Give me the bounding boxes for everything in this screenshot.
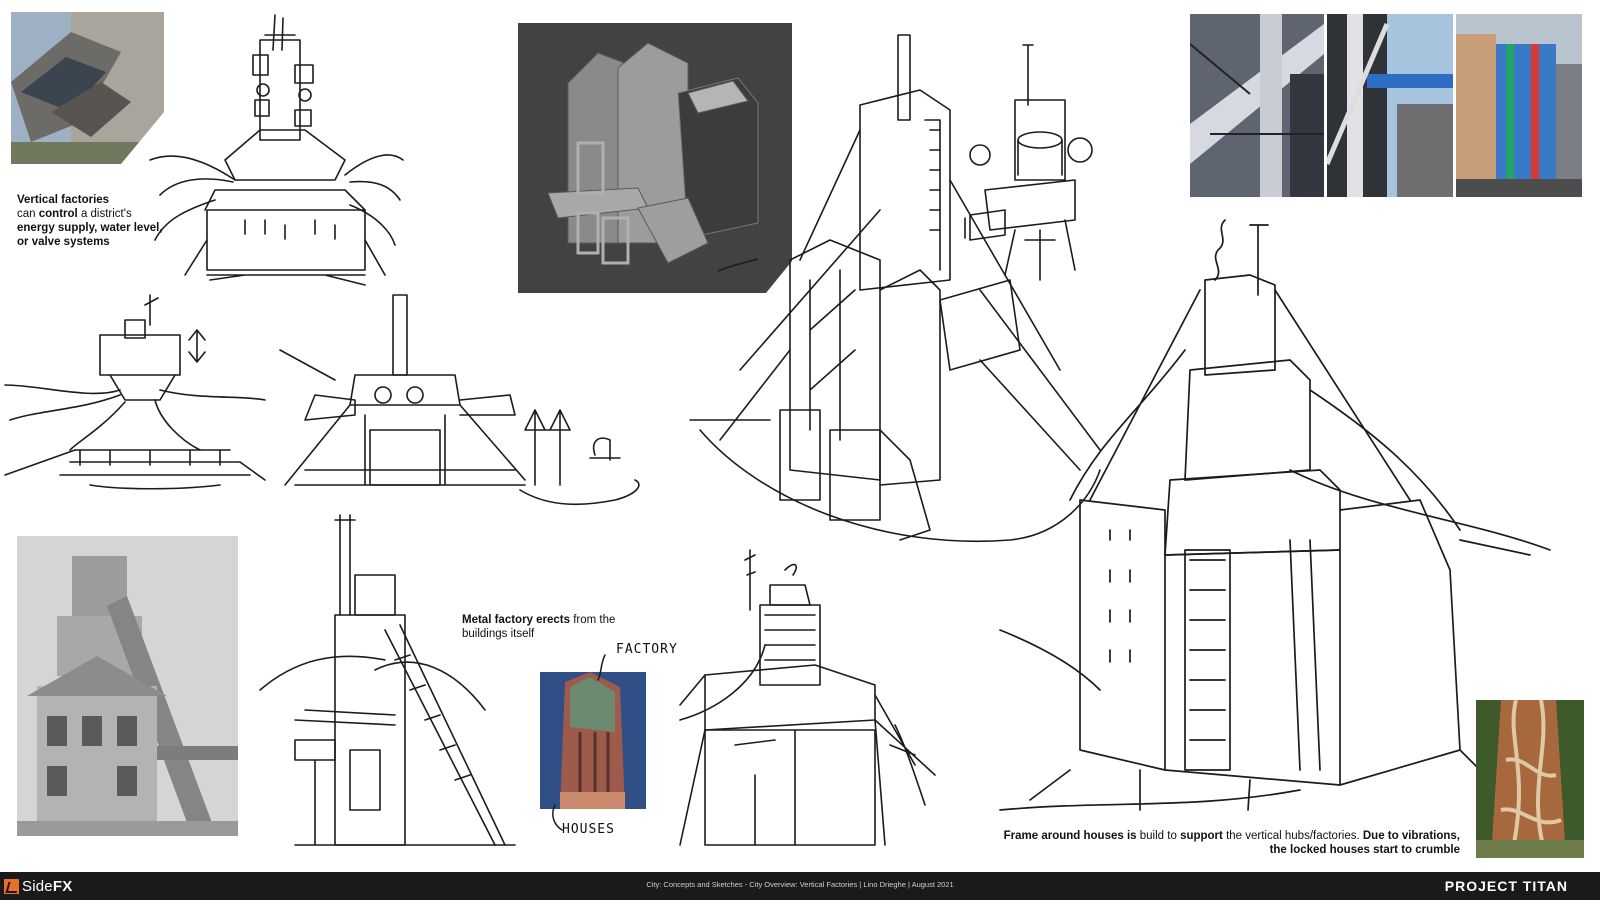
reference-photo-headframe [17,536,238,836]
reference-photo-pipes-2 [1327,14,1453,197]
footer-caption: City: Concepts and Sketches - City Overv… [646,880,954,889]
note-frame-build: build to [1139,830,1177,842]
sketch-tall-factory [259,514,516,846]
note-vertical-valve: or valve systems [17,236,110,248]
label-pointers [552,654,606,831]
sketch-tangled-tower [679,549,936,846]
footer-bar: SideFX City: Concepts and Sketches - Cit… [0,872,1600,900]
note-frame-title: Frame around houses is [1003,830,1137,842]
reference-photo-brutalist [11,12,164,164]
note-vertical-can: can [17,208,36,220]
note-metal-from: from the [573,614,616,626]
note-vertical-title: Vertical factories [17,194,110,206]
note-frame-hubs: the vertical hubs/factories. [1226,830,1360,842]
note-frame-houses: Frame around houses is build to support … [990,829,1460,857]
reference-photo-pipes-1 [1190,14,1324,197]
note-metal-factory: Metal factory erects from the buildings … [462,613,642,641]
note-frame-support: support [1180,830,1223,842]
reference-photo-roots [1476,700,1584,858]
note-metal-buildings: buildings itself [462,628,535,640]
sketch-chimney-factory [279,294,640,506]
note-vertical-district: a district's [80,208,132,220]
note-vertical-energy: energy supply, water level, [17,222,163,234]
note-frame-crumble: the locked houses start to crumble [1269,844,1460,856]
note-metal-title: Metal factory erects [462,614,571,626]
reference-photo-pipes-3 [1456,14,1582,197]
sketch-tower-wings [149,14,404,286]
sketch-hovering-factory [4,294,266,490]
note-frame-vibrations: Due to vibrations, [1362,830,1460,842]
project-title: PROJECT TITAN [1444,878,1568,894]
note-vertical-control: control [38,208,78,220]
